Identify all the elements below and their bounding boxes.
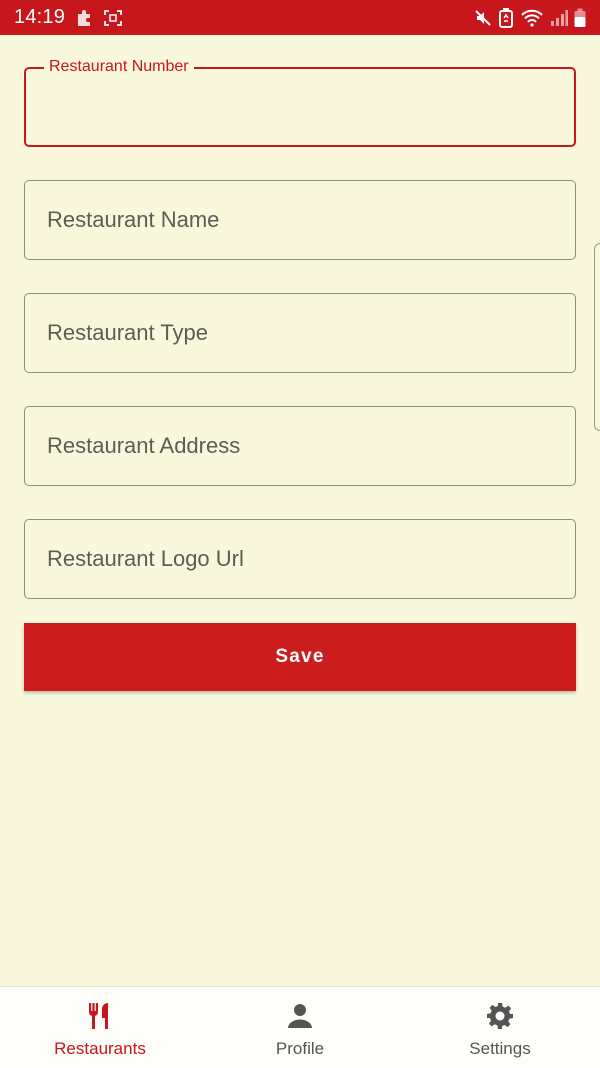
person-icon	[285, 1001, 315, 1031]
restaurant-logo-url-field[interactable]: Restaurant Logo Url	[24, 519, 576, 599]
mute-icon	[474, 9, 492, 27]
signal-icon	[550, 9, 568, 27]
save-button[interactable]: Save	[24, 623, 576, 691]
restaurant-icon	[85, 1001, 115, 1031]
restaurant-name-placeholder: Restaurant Name	[47, 207, 220, 232]
gear-icon	[485, 1001, 515, 1031]
puzzle-icon	[75, 8, 95, 28]
restaurant-number-field[interactable]: Restaurant Number	[24, 57, 576, 147]
status-bar: 14:19	[0, 0, 600, 35]
restaurant-number-label: Restaurant Number	[44, 57, 194, 77]
battery-icon	[574, 8, 586, 28]
restaurant-type-placeholder: Restaurant Type	[47, 320, 209, 345]
restaurant-name-field[interactable]: Restaurant Name	[24, 180, 576, 260]
status-time: 14:19	[14, 6, 66, 28]
battery-saver-icon	[498, 7, 514, 28]
wifi-icon	[520, 8, 544, 28]
nav-label-profile: Profile	[275, 1039, 325, 1058]
status-left-icons	[75, 8, 123, 28]
restaurant-logo-url-placeholder: Restaurant Logo Url	[47, 546, 244, 571]
edge-panel-handle[interactable]	[594, 243, 600, 431]
nav-item-profile[interactable]: Profile	[200, 987, 400, 1068]
nav-item-settings[interactable]: Settings	[400, 987, 600, 1068]
restaurant-address-field[interactable]: Restaurant Address	[24, 406, 576, 486]
nav-label-settings: Settings	[469, 1039, 531, 1058]
restaurant-type-field[interactable]: Restaurant Type	[24, 293, 576, 373]
restaurant-address-placeholder: Restaurant Address	[47, 433, 241, 458]
screenshot-icon	[103, 9, 123, 27]
bottom-navigation: Restaurants Profile Settings	[0, 986, 600, 1068]
nav-item-restaurants[interactable]: Restaurants	[0, 987, 200, 1068]
status-right-icons	[474, 7, 586, 28]
nav-label-restaurants: Restaurants	[54, 1039, 146, 1058]
